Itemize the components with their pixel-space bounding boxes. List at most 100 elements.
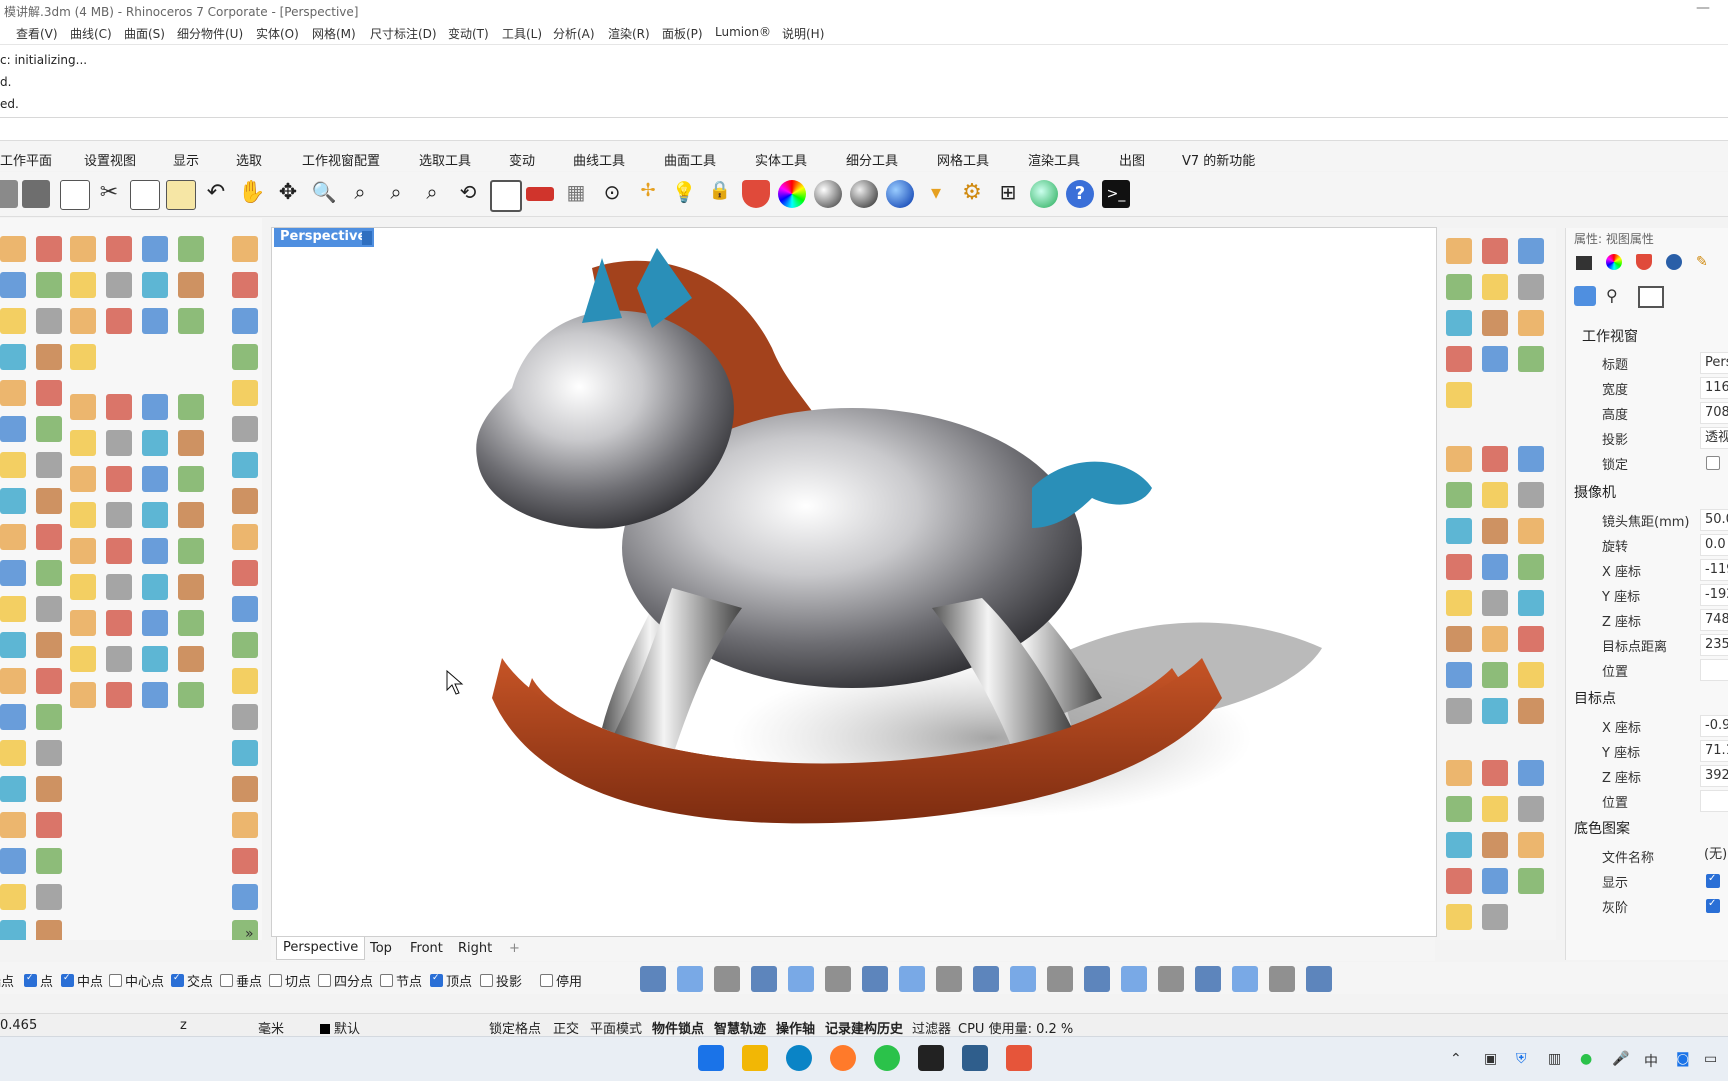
tool-button-icon[interactable] — [1482, 518, 1508, 544]
chevron-down-icon[interactable] — [362, 231, 372, 245]
osnap-tool-icon[interactable] — [973, 966, 999, 992]
tool-button-icon[interactable] — [106, 430, 132, 456]
tool-button-icon[interactable] — [0, 416, 26, 442]
tool-button-icon[interactable] — [1482, 698, 1508, 724]
shaded-icon[interactable] — [814, 180, 842, 208]
undo-icon[interactable]: ↶ — [202, 180, 230, 208]
osnap-tool-icon[interactable] — [1195, 966, 1221, 992]
tool-button-icon[interactable] — [232, 848, 258, 874]
tool-button-icon[interactable] — [36, 668, 62, 694]
tool-button-icon[interactable] — [1518, 832, 1544, 858]
tool-button-icon[interactable] — [1446, 832, 1472, 858]
tool-button-icon[interactable] — [1482, 626, 1508, 652]
tool-button-icon[interactable] — [142, 466, 168, 492]
tray-chevron-up-icon[interactable]: ⌃ — [1450, 1051, 1462, 1067]
status-smarttrack[interactable]: 智慧轨迹 — [714, 1018, 766, 1037]
render-icon[interactable] — [886, 180, 914, 208]
tool-button-icon[interactable] — [1446, 238, 1472, 264]
globe-icon[interactable] — [1030, 180, 1058, 208]
osnap-intersection[interactable]: 交点 — [171, 971, 213, 990]
layout-icon[interactable] — [60, 180, 90, 210]
tool-button-icon[interactable] — [178, 430, 204, 456]
tool-button-icon[interactable] — [106, 682, 132, 708]
tool-button-icon[interactable] — [106, 308, 132, 334]
menu-tools[interactable]: 工具(L) — [502, 25, 542, 42]
tool-button-icon[interactable] — [1482, 904, 1508, 930]
tool-button-icon[interactable] — [232, 812, 258, 838]
tool-button-icon[interactable] — [1446, 482, 1472, 508]
viewport-title-tab[interactable]: Perspective — [274, 228, 374, 247]
tool-button-icon[interactable] — [0, 272, 26, 298]
tool-button-icon[interactable] — [0, 344, 26, 370]
tool-button-icon[interactable] — [1518, 796, 1544, 822]
file-explorer-icon[interactable] — [742, 1045, 768, 1071]
tool-button-icon[interactable] — [0, 524, 26, 550]
osnap-tool-icon[interactable] — [1232, 966, 1258, 992]
tool-button-icon[interactable] — [106, 236, 132, 262]
snap-icon[interactable]: ✢ — [634, 180, 662, 208]
tool-button-icon[interactable] — [0, 632, 26, 658]
tray-ime-icon[interactable]: 中 — [1644, 1051, 1658, 1071]
tool-button-icon[interactable] — [1518, 626, 1544, 652]
print-icon[interactable] — [22, 180, 50, 208]
tool-button-icon[interactable] — [1446, 796, 1472, 822]
tool-button-icon[interactable] — [106, 646, 132, 672]
tool-button-icon[interactable] — [36, 596, 62, 622]
tool-button-icon[interactable] — [36, 416, 62, 442]
menu-dimension[interactable]: 尺寸标注(D) — [370, 25, 437, 42]
tool-button-icon[interactable] — [1446, 274, 1472, 300]
tool-button-icon[interactable] — [232, 560, 258, 586]
tool-button-icon[interactable] — [1518, 662, 1544, 688]
tool-button-icon[interactable] — [142, 538, 168, 564]
tool-button-icon[interactable] — [106, 574, 132, 600]
tool-button-icon[interactable] — [178, 574, 204, 600]
tab-select[interactable]: 选取 — [236, 150, 262, 169]
osnap-perp[interactable]: 垂点 — [220, 971, 262, 990]
tool-button-icon[interactable] — [178, 236, 204, 262]
tool-button-icon[interactable] — [1446, 310, 1472, 336]
status-planar[interactable]: 平面模式 — [590, 1018, 642, 1037]
osnap-end[interactable]: 端点 — [0, 971, 14, 990]
tool-button-icon[interactable] — [1518, 554, 1544, 580]
tab-mesh-tools[interactable]: 网格工具 — [937, 150, 989, 169]
tool-button-icon[interactable] — [1446, 518, 1472, 544]
tool-button-icon[interactable] — [178, 502, 204, 528]
menu-surface[interactable]: 曲面(S) — [124, 25, 165, 42]
tool-button-icon[interactable] — [0, 560, 26, 586]
tool-button-icon[interactable] — [36, 380, 62, 406]
wechat-icon[interactable] — [874, 1045, 900, 1071]
tab-layout[interactable]: 出图 — [1119, 150, 1145, 169]
tool-button-icon[interactable] — [1518, 868, 1544, 894]
osnap-point[interactable]: 点 — [24, 971, 53, 990]
osnap-tool-icon[interactable] — [1158, 966, 1184, 992]
menu-lumion[interactable]: Lumion® — [715, 25, 771, 39]
recorder-icon[interactable] — [1006, 1045, 1032, 1071]
tool-button-icon[interactable] — [232, 884, 258, 910]
tool-button-icon[interactable] — [36, 704, 62, 730]
tool-button-icon[interactable] — [1446, 382, 1472, 408]
menu-mesh[interactable]: 网格(M) — [312, 25, 356, 42]
tool-button-icon[interactable] — [1482, 346, 1508, 372]
tool-button-icon[interactable] — [36, 344, 62, 370]
tool-button-icon[interactable] — [0, 884, 26, 910]
undo-view-icon[interactable]: ⟲ — [454, 180, 482, 208]
osnap-tool-icon[interactable] — [825, 966, 851, 992]
status-filter[interactable]: 过滤器 — [912, 1018, 951, 1037]
tool-button-icon[interactable] — [70, 502, 96, 528]
camera-z-field[interactable]: 748. — [1700, 609, 1728, 631]
tool-button-icon[interactable] — [142, 394, 168, 420]
tray-shield-icon[interactable]: ⛨ — [1516, 1051, 1527, 1067]
tool-button-icon[interactable] — [232, 704, 258, 730]
osnap-vertex[interactable]: 顶点 — [430, 971, 472, 990]
tool-button-icon[interactable] — [178, 646, 204, 672]
target-distance-field[interactable]: 2354 — [1700, 634, 1728, 656]
tool-button-icon[interactable] — [1446, 868, 1472, 894]
tool-button-icon[interactable] — [232, 488, 258, 514]
camera-icon[interactable] — [1574, 286, 1596, 306]
rotation-field[interactable]: 0.0 — [1700, 534, 1728, 556]
tool-button-icon[interactable] — [142, 308, 168, 334]
tool-button-icon[interactable] — [0, 668, 26, 694]
gear-icon[interactable]: ⚙ — [958, 180, 986, 208]
target-z-field[interactable]: 392. — [1700, 765, 1728, 787]
help-icon[interactable]: ? — [1066, 180, 1094, 208]
